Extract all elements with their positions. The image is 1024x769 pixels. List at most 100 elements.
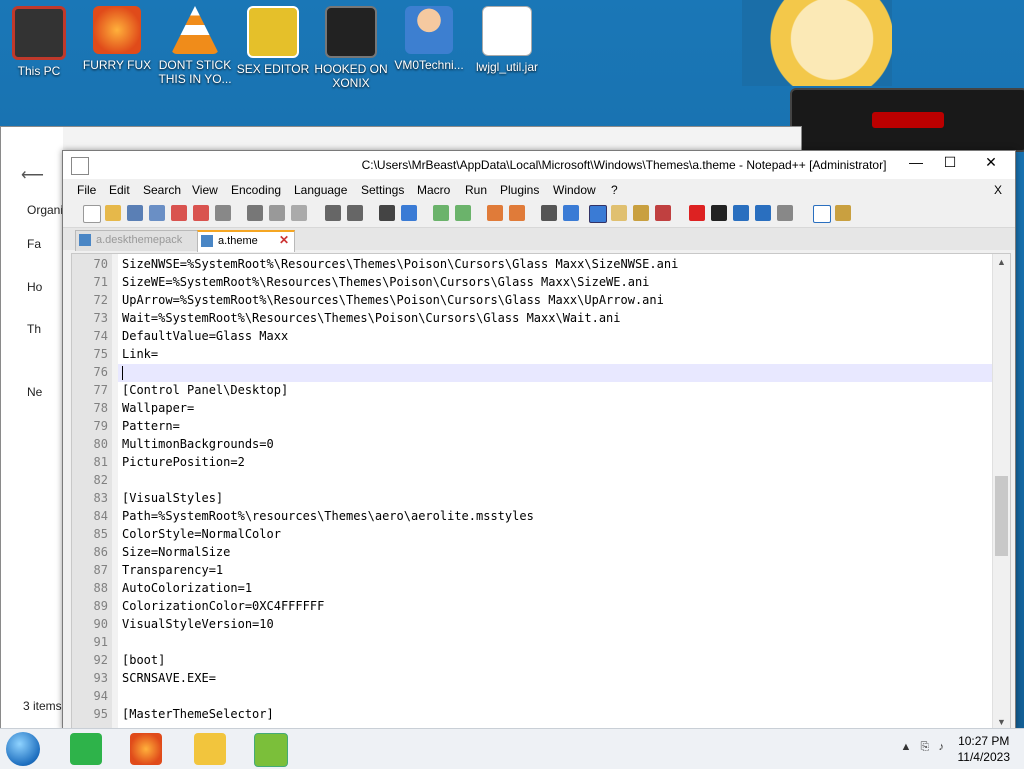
zoom-out-icon[interactable] — [455, 205, 471, 221]
start-button[interactable] — [6, 732, 40, 766]
doctor-avatar-icon — [405, 6, 453, 54]
desktop-icon-this-pc[interactable]: This PC — [0, 6, 78, 78]
minimize-button[interactable]: — — [899, 151, 933, 173]
code-line: Path=%SystemRoot%\resources\Themes\aero\… — [122, 509, 534, 523]
copy-icon[interactable] — [269, 205, 285, 221]
new-file-icon[interactable] — [83, 205, 101, 223]
menu-encoding[interactable]: Encoding — [231, 183, 281, 197]
explorer-nav-home[interactable]: Ho — [27, 280, 42, 294]
desktop-icon-label: This PC — [17, 64, 61, 78]
spell-check-icon[interactable] — [813, 205, 831, 223]
notepad-taskbar-icon[interactable] — [254, 733, 288, 767]
function-list-icon[interactable] — [655, 205, 671, 221]
print-icon[interactable] — [215, 205, 231, 221]
user-language-icon[interactable] — [611, 205, 627, 221]
scroll-up-icon[interactable]: ▲ — [993, 254, 1010, 270]
line-number: 75 — [93, 347, 108, 361]
find-icon[interactable] — [379, 205, 395, 221]
paste-icon[interactable] — [291, 205, 307, 221]
macro-record-icon[interactable] — [689, 205, 705, 221]
save-all-icon[interactable] — [149, 205, 165, 221]
undo-icon[interactable] — [325, 205, 341, 221]
explorer-nav-this-pc[interactable]: Th — [27, 322, 41, 336]
open-file-icon[interactable] — [105, 205, 121, 221]
menu-file[interactable]: File — [77, 183, 96, 197]
tab-deskthemepack[interactable]: a.deskthemepack ✕ — [75, 230, 217, 251]
menu-language[interactable]: Language — [294, 183, 347, 197]
tab-close-icon[interactable]: ✕ — [278, 234, 290, 246]
indent-guide-icon[interactable] — [589, 205, 607, 223]
plugin-icon[interactable] — [835, 205, 851, 221]
menu-window[interactable]: Window — [553, 183, 596, 197]
close-file-icon[interactable] — [171, 205, 187, 221]
sync-vertical-icon[interactable] — [487, 205, 503, 221]
text-caret — [122, 366, 123, 380]
doc-map-icon[interactable] — [633, 205, 649, 221]
desktop-icon-sex-editor[interactable]: SEX EDITOR — [234, 6, 312, 76]
line-number: 85 — [93, 527, 108, 541]
tab-label: a.deskthemepack — [96, 234, 183, 246]
desktop-icon-label: FURRY FUX — [82, 58, 152, 72]
vlc-cone-icon — [171, 6, 219, 54]
menu-help[interactable]: ? — [611, 183, 618, 197]
code-line: ColorStyle=NormalColor — [122, 527, 281, 541]
code-line: MultimonBackgrounds=0 — [122, 437, 274, 451]
close-document-x[interactable]: X — [994, 183, 1002, 197]
code-line: Wallpaper= — [122, 401, 195, 415]
vertical-scrollbar[interactable]: ▲ ▼ — [992, 254, 1010, 730]
desktop-icon-furry-fux[interactable]: FURRY FUX — [78, 6, 156, 72]
explorer-nav-network[interactable]: Ne — [27, 385, 42, 399]
line-number: 70 — [93, 257, 108, 271]
line-number: 77 — [93, 383, 108, 397]
menu-view[interactable]: View — [192, 183, 218, 197]
macro-run-multiple-icon[interactable] — [755, 205, 771, 221]
show-all-chars-icon[interactable] — [563, 205, 579, 221]
menu-edit[interactable]: Edit — [109, 183, 130, 197]
macro-stop-icon[interactable] — [711, 205, 727, 221]
close-button[interactable]: ✕ — [967, 151, 1015, 173]
close-all-icon[interactable] — [193, 205, 209, 221]
file-explorer-taskbar-icon[interactable] — [194, 733, 226, 765]
menu-settings[interactable]: Settings — [361, 183, 404, 197]
desktop-icon-dont-stick[interactable]: DONT STICK THIS IN YO... — [156, 6, 234, 86]
desktop-icon-label: SEX EDITOR — [236, 62, 310, 76]
desktop-icon-hooked-on-xonix[interactable]: HOOKED ON XONIX — [312, 6, 390, 90]
menu-plugins[interactable]: Plugins — [500, 183, 539, 197]
macro-play-icon[interactable] — [733, 205, 749, 221]
code-line: ColorizationColor=0XC4FFFFFF — [122, 599, 325, 613]
zoom-in-icon[interactable] — [433, 205, 449, 221]
menu-search[interactable]: Search — [143, 183, 181, 197]
save-icon[interactable] — [127, 205, 143, 221]
back-arrow-icon[interactable]: ⟵ — [21, 165, 44, 185]
code-line: Wait=%SystemRoot%\Resources\Themes\Poiso… — [122, 311, 621, 325]
desktop-icon-label: HOOKED ON XONIX — [314, 62, 388, 90]
desktop-icon-vm0techni[interactable]: VM0Techni... — [390, 6, 468, 72]
cut-icon[interactable] — [247, 205, 263, 221]
menu-macro[interactable]: Macro — [417, 183, 450, 197]
explorer-nav-favorites[interactable]: Fa — [27, 237, 41, 251]
text-editor[interactable]: 70 SizeNWSE=%SystemRoot%\Resources\Themes… — [71, 253, 1011, 731]
line-number: 74 — [93, 329, 108, 343]
clock[interactable]: 10:27 PM 11/4/2023 — [958, 733, 1011, 765]
explorer-sidebar: ⟵ Organi Fa Ho Th Ne 3 items — [1, 127, 63, 729]
replace-icon[interactable] — [401, 205, 417, 221]
code-line: [VisualStyles] — [122, 491, 224, 505]
word-wrap-icon[interactable] — [541, 205, 557, 221]
scroll-thumb[interactable] — [995, 476, 1008, 556]
desktop-icon-lwjgl-util[interactable]: lwjgl_util.jar — [468, 6, 546, 74]
code-line: SCRNSAVE.EXE= — [122, 671, 216, 685]
clock-time: 10:27 PM — [958, 734, 1010, 748]
explorer-organize[interactable]: Organi — [27, 203, 63, 217]
sync-horizontal-icon[interactable] — [509, 205, 525, 221]
tab-a-theme[interactable]: a.theme ✕ — [197, 230, 295, 252]
menu-bar: File Edit Search View Encoding Language … — [63, 179, 1015, 201]
menu-run[interactable]: Run — [465, 183, 487, 197]
maximize-button[interactable]: ☐ — [933, 151, 967, 173]
macro-save-icon[interactable] — [777, 205, 793, 221]
notes-app-taskbar-icon[interactable] — [70, 733, 102, 765]
system-tray[interactable]: ▲ ⎘ ♪ — [900, 741, 944, 754]
toolbar — [63, 201, 1015, 228]
firefox-taskbar-icon[interactable] — [130, 733, 162, 765]
redo-icon[interactable] — [347, 205, 363, 221]
line-number: 76 — [93, 365, 108, 379]
